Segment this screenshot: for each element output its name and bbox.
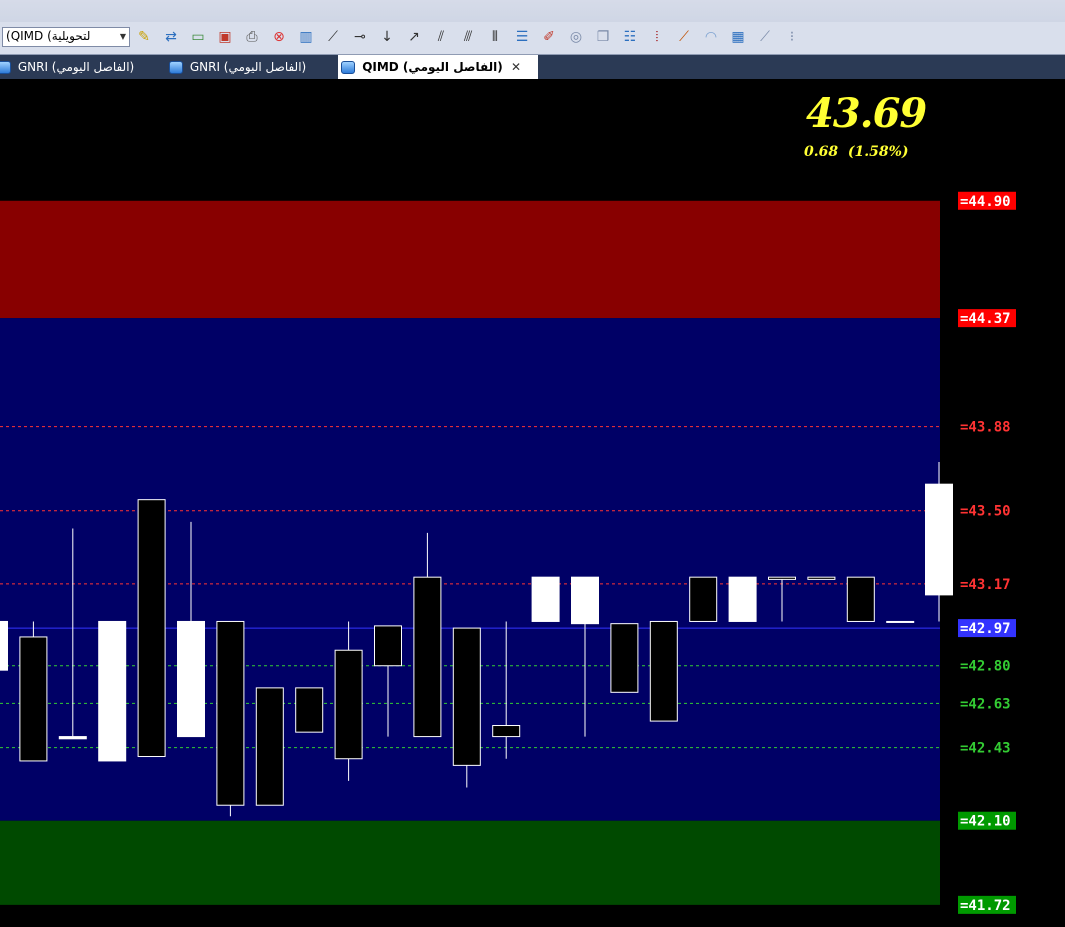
level-label: =43.17 [960, 577, 1011, 593]
candle-body [98, 620, 127, 762]
fib-retracement-icon[interactable]: ☰ [512, 27, 532, 47]
new-chart-icon[interactable]: ▭ [188, 27, 208, 47]
grid-icon[interactable]: ▦ [728, 27, 748, 47]
candle-body [925, 483, 953, 596]
gann-fan-icon[interactable]: ⟋ [674, 27, 694, 47]
candle-body [689, 576, 718, 622]
change-percent: (1.58%) [847, 144, 909, 160]
candle-body [728, 576, 757, 622]
candle-body [19, 636, 48, 762]
tab-label: QIMD (الفاصل اليومي) [362, 60, 503, 74]
fib-levels-icon[interactable]: ⁝ [782, 27, 802, 47]
level-label: =43.88 [960, 420, 1011, 436]
candle-body [452, 627, 481, 766]
candle-body [531, 576, 560, 622]
tab-bar: GNRI (الفاصل اليومي) GNRI (الفاصل اليومي… [0, 55, 1065, 79]
copy-icon[interactable]: ❐ [593, 27, 613, 47]
import-icon[interactable]: ⇄ [161, 27, 181, 47]
change-value: 0.68 [804, 144, 839, 160]
level-label: =42.43 [960, 741, 1011, 757]
zone-band [0, 820, 940, 905]
ray-icon[interactable]: ↗ [404, 27, 424, 47]
level-label: =41.72 [960, 898, 1011, 914]
chevron-down-icon[interactable]: ▼ [117, 28, 129, 46]
symbol-combo[interactable]: لتحويلية) QIMD) ▼ [2, 27, 130, 47]
layers-icon[interactable]: ☷ [620, 27, 640, 47]
level-label: =44.37 [960, 311, 1011, 327]
symbol-combo-value: لتحويلية) QIMD) [6, 29, 91, 43]
tab-qimd[interactable]: QIMD (الفاصل اليومي) ✕ [338, 55, 538, 79]
wand-icon[interactable]: ✎ [134, 27, 154, 47]
level-label: =42.10 [960, 814, 1011, 830]
bars-icon[interactable]: ⦙ [647, 27, 667, 47]
candle-body [768, 576, 796, 580]
level-label: =42.63 [960, 696, 1011, 712]
indicator-icon[interactable]: ▥ [296, 27, 316, 47]
parallel-lines-icon[interactable]: ⫽ [431, 27, 451, 47]
candle-body [492, 725, 521, 738]
candle-body [295, 687, 324, 733]
zone-band [0, 200, 940, 319]
candle-body [571, 576, 599, 625]
candle-body [807, 576, 836, 580]
candle-body [216, 620, 245, 806]
chart-settings-icon[interactable]: ▣ [215, 27, 235, 47]
price-change: 0.68 (1.58%) [804, 144, 909, 160]
candle-body [846, 576, 875, 622]
candle-body [177, 620, 205, 738]
tab-gnri-1[interactable]: GNRI (الفاصل اليومي) [0, 55, 154, 79]
candle-body [334, 649, 363, 760]
circle-icon[interactable]: ◎ [566, 27, 586, 47]
last-price: 43.69 [806, 90, 927, 137]
candle-body [886, 620, 915, 623]
level-label: =43.50 [960, 504, 1011, 520]
chart-tab-icon [169, 61, 183, 74]
tab-label: GNRI (الفاصل اليومي) [189, 60, 307, 74]
candle-body [413, 576, 442, 738]
brush-icon[interactable]: ✐ [539, 27, 559, 47]
candle-body [610, 623, 639, 693]
candle-body [374, 625, 402, 667]
level-label: =42.80 [960, 659, 1011, 675]
vertical-line-icon[interactable]: ↓ [377, 27, 397, 47]
candle-body [0, 620, 8, 671]
stop-icon[interactable]: ⊗ [269, 27, 289, 47]
trendline-icon[interactable]: ⟋ [323, 27, 343, 47]
chart-tab-icon [341, 61, 355, 74]
level-label: =42.97 [960, 621, 1011, 637]
tab-label: GNRI (الفاصل اليومي) [17, 60, 135, 74]
close-icon[interactable]: ✕ [511, 60, 521, 74]
arc-icon[interactable]: ◠ [701, 27, 721, 47]
candle-body [255, 687, 284, 806]
vertical-lines-icon[interactable]: ⦀ [485, 27, 505, 47]
toolbar [0, 22, 1065, 55]
tab-gnri-2[interactable]: GNRI (الفاصل اليومي) [166, 55, 336, 79]
speed-lines-icon[interactable]: ⟋ [755, 27, 775, 47]
price-chart[interactable]: =44.90 =44.37 =43.88 =43.50 =43.17 =42.97 =42.… [0, 79, 1065, 927]
candle-body [58, 736, 87, 740]
horizontal-line-icon[interactable]: ⊸ [350, 27, 370, 47]
chart-tab-icon [0, 61, 11, 74]
channel-icon[interactable]: ⫻ [458, 27, 478, 47]
print-icon[interactable]: ⎙ [242, 27, 262, 47]
level-label: =44.90 [960, 194, 1011, 210]
candle-body [137, 499, 166, 758]
top-strip [0, 0, 1065, 23]
candle-body [649, 620, 678, 722]
